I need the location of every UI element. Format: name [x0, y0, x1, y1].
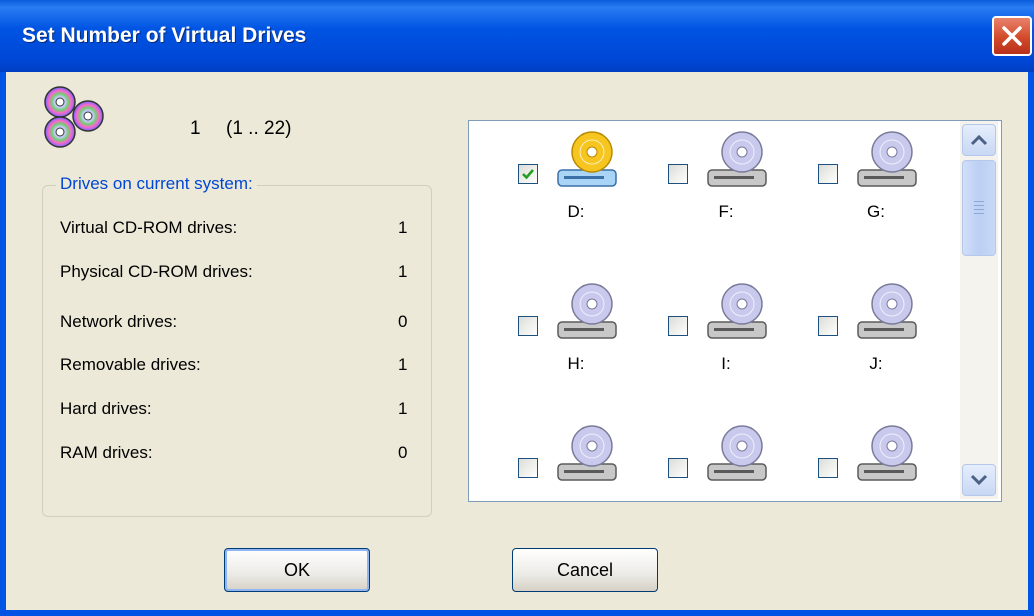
- close-button[interactable]: [992, 16, 1032, 56]
- ram-drives-label: RAM drives:: [60, 443, 153, 462]
- drive-checkbox[interactable]: [518, 164, 538, 184]
- drive-checkbox[interactable]: [818, 164, 838, 184]
- cd-drive-icon: [856, 424, 920, 484]
- cd-drive-icon: [556, 424, 620, 484]
- thumb-grip-line: [974, 209, 984, 210]
- drive-letter-label: J:: [869, 354, 883, 373]
- checkmark-icon: [522, 169, 534, 180]
- thumb-grip-line: [974, 201, 984, 202]
- scroll-up-button[interactable]: [962, 124, 996, 156]
- scroll-down-button[interactable]: [962, 464, 996, 496]
- drive-count-value: 1: [190, 118, 201, 139]
- title-bar[interactable]: Set Number of Virtual Drives: [0, 0, 1034, 72]
- physical-cdrom-label: Physical CD-ROM drives:: [60, 262, 253, 281]
- drive-checkbox[interactable]: [668, 164, 688, 184]
- drive-checkbox[interactable]: [518, 458, 538, 478]
- virtual-cdrom-count: 1: [398, 218, 408, 237]
- drive-letter-label: I:: [721, 354, 731, 373]
- window-frame-right: [1028, 72, 1034, 616]
- ram-drives-count: 0: [398, 443, 408, 462]
- cancel-button[interactable]: Cancel: [512, 548, 658, 592]
- drive-letter-label: D:: [567, 202, 585, 221]
- drive-letter-label: H:: [567, 354, 585, 373]
- hard-drives-label: Hard drives:: [60, 399, 152, 418]
- hard-drives-count: 1: [398, 399, 408, 418]
- drive-letter-label: G:: [867, 202, 885, 221]
- thumb-grip-line: [974, 205, 984, 206]
- virtual-cd-drive-icon: [556, 130, 620, 190]
- drive-checkbox[interactable]: [518, 316, 538, 336]
- drive-letter-label: F:: [718, 202, 734, 221]
- drive-checkbox[interactable]: [818, 458, 838, 478]
- drive-checkbox[interactable]: [818, 316, 838, 336]
- physical-cdrom-count: 1: [398, 262, 408, 281]
- cd-drive-icon: [556, 282, 620, 342]
- cd-drive-icon: [706, 424, 770, 484]
- chevron-up-icon: [970, 134, 988, 146]
- drive-checkbox[interactable]: [668, 458, 688, 478]
- virtual-drives-icon: [44, 86, 104, 148]
- drive-checkbox[interactable]: [668, 316, 688, 336]
- removable-drives-label: Removable drives:: [60, 355, 201, 374]
- drive-count-range: (1 .. 22): [226, 118, 292, 139]
- thumb-grip-line: [974, 213, 984, 214]
- groupbox-legend: Drives on current system:: [56, 174, 257, 194]
- close-icon: [1002, 26, 1022, 46]
- window-frame-bottom: [0, 610, 1034, 616]
- cd-drive-icon: [856, 282, 920, 342]
- network-drives-count: 0: [398, 312, 408, 331]
- chevron-down-icon: [970, 474, 988, 486]
- removable-drives-count: 1: [398, 355, 408, 374]
- cd-drive-icon: [706, 130, 770, 190]
- cd-drive-icon: [706, 282, 770, 342]
- virtual-cdrom-label: Virtual CD-ROM drives:: [60, 218, 238, 237]
- ok-button[interactable]: OK: [224, 548, 370, 592]
- cd-drive-icon: [856, 130, 920, 190]
- scroll-thumb[interactable]: [962, 160, 996, 256]
- network-drives-label: Network drives:: [60, 312, 178, 331]
- window-title: Set Number of Virtual Drives: [22, 24, 307, 47]
